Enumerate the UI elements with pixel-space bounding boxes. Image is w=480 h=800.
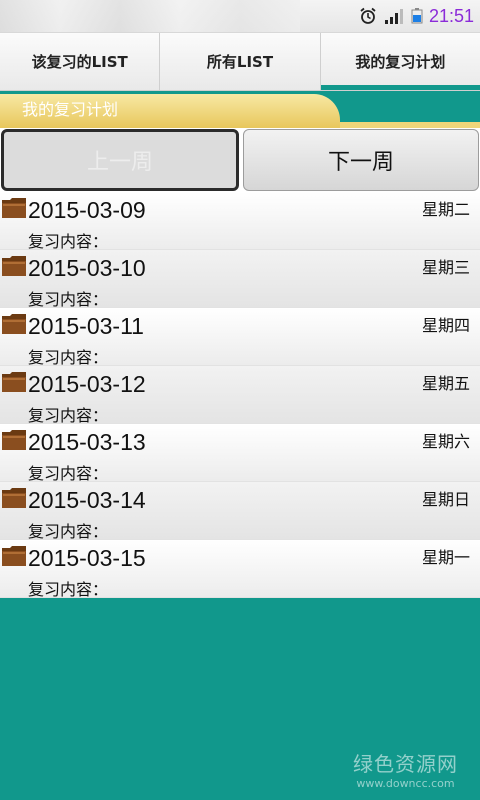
plan-weekday: 星期四 [421,316,470,335]
watermark: 绿色资源网 www.downcc.com [353,748,458,790]
list-item[interactable]: 2015-03-11 星期四 复习内容： [0,308,480,367]
plan-weekday: 星期一 [421,548,470,567]
plan-date: 2015-03-12 [28,371,146,397]
plan-weekday: 星期三 [421,258,470,277]
list-item[interactable]: 2015-03-12 星期五 复习内容： [0,366,480,425]
plan-list: 2015-03-09 星期二 复习内容： 2015-03-10 星期三 复习内容… [0,192,480,599]
signal-icon [384,9,403,24]
plan-weekday: 星期六 [421,432,470,451]
plan-content-label: 复习内容： [28,522,109,541]
tab-my-plan[interactable]: 我的复习计划 [320,33,480,90]
watermark-title: 绿色资源网 [353,752,458,776]
plan-content-label: 复习内容： [28,406,109,425]
plan-date: 2015-03-15 [28,545,146,571]
plan-weekday: 星期二 [421,200,470,219]
alarm-icon [360,7,376,24]
list-item[interactable]: 2015-03-13 星期六 复习内容： [0,424,480,483]
section-header: 我的复习计划 [0,94,480,128]
folder-icon [2,430,26,450]
plan-date: 2015-03-13 [28,429,146,455]
folder-icon [2,256,26,276]
folder-icon [2,372,26,392]
plan-date: 2015-03-10 [28,255,146,281]
tab-bar: 该复习的LIST 所有LIST 我的复习计划 [0,33,480,91]
battery-icon [411,8,423,24]
previous-week-button[interactable]: 上一周 [1,129,239,191]
page-title: 我的复习计划 [0,94,340,128]
plan-content-label: 复习内容： [28,580,109,599]
folder-icon [2,198,26,218]
folder-icon [2,488,26,508]
plan-date: 2015-03-14 [28,487,146,513]
list-item[interactable]: 2015-03-15 星期一 复习内容： [0,540,480,599]
week-navigation: 上一周 下一周 [0,128,480,192]
plan-content-label: 复习内容： [28,290,109,309]
plan-date: 2015-03-09 [28,197,146,223]
plan-weekday: 星期五 [421,374,470,393]
status-bar: 21:51 [0,0,480,33]
next-week-button[interactable]: 下一周 [243,129,479,191]
notification-area [0,0,300,32]
plan-content-label: 复习内容： [28,464,109,483]
tab-review-due[interactable]: 该复习的LIST [0,33,161,90]
folder-icon [2,314,26,334]
list-item[interactable]: 2015-03-14 星期日 复习内容： [0,482,480,541]
status-icons: 21:51 [359,4,474,28]
folder-icon [2,546,26,566]
plan-weekday: 星期日 [421,490,470,509]
list-item[interactable]: 2015-03-10 星期三 复习内容： [0,250,480,309]
plan-date: 2015-03-11 [28,313,144,339]
watermark-url: www.downcc.com [356,777,455,790]
plan-content-label: 复习内容： [28,232,109,251]
plan-content-label: 复习内容： [28,348,109,367]
tab-all-lists[interactable]: 所有LIST [160,33,321,90]
list-item[interactable]: 2015-03-09 星期二 复习内容： [0,192,480,251]
clock: 21:51 [428,5,474,26]
